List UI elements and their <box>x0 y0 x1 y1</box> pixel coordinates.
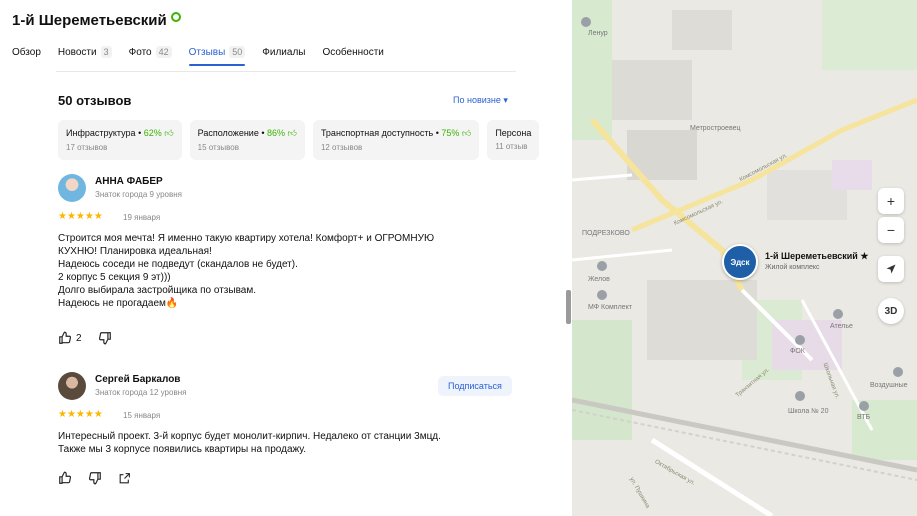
share-button[interactable] <box>118 472 131 485</box>
tab-branches[interactable]: Филиалы <box>262 46 305 65</box>
tab-count: 42 <box>155 46 172 58</box>
aspect-chip-transport[interactable]: Транспортная доступность • 75% 👍︎ 12 отз… <box>312 120 480 160</box>
review-card: АННА ФАБЕР Знаток города 9 уровня ★★★★★ … <box>58 174 518 354</box>
tab-count: 50 <box>229 46 246 58</box>
location-arrow-icon <box>886 264 896 274</box>
zoom-out-button[interactable]: − <box>878 217 904 243</box>
review-actions <box>58 471 131 485</box>
pin-title[interactable]: 1-й Шереметьевский ★ <box>765 251 868 262</box>
poi-icon <box>833 309 843 319</box>
like-count: 2 <box>76 332 82 344</box>
locate-button[interactable] <box>878 256 904 282</box>
poi-icon <box>581 17 591 27</box>
aspect-chip-location[interactable]: Расположение • 86% 👍︎ 15 отзывов <box>189 120 305 160</box>
rating-stars: ★★★★★ <box>58 409 103 420</box>
aspect-percent: 62% <box>143 128 162 138</box>
aspect-count: 11 отзыв <box>495 142 528 151</box>
like-button[interactable]: 2 <box>58 331 82 345</box>
poi-icon <box>893 367 903 377</box>
zoom-in-button[interactable]: + <box>878 188 904 214</box>
panel-resize-handle[interactable] <box>566 290 571 324</box>
map-pin[interactable]: Эдск <box>722 244 758 280</box>
org-title: 1-й Шереметьевский <box>12 12 167 29</box>
tab-label: Особенности <box>322 46 384 58</box>
tab-news[interactable]: Новости 3 <box>58 46 112 65</box>
tab-count: 3 <box>100 46 112 58</box>
sort-dropdown[interactable]: По новизне ▾ <box>453 95 508 106</box>
verified-icon <box>170 11 181 22</box>
poi-icon <box>597 261 607 271</box>
org-tabs: Обзор Новости 3 Фото 42 Отзывы 50 Филиалы О… <box>12 46 384 66</box>
aspect-count: 12 отзывов <box>320 143 363 152</box>
reviews-count-title: 50 отзывов <box>58 93 132 108</box>
review-text: Интересный проект. 3-й корпус будет моно… <box>58 431 441 455</box>
review-author[interactable]: АННА ФАБЕР <box>95 176 163 187</box>
tab-label: Отзывы <box>188 46 226 58</box>
aspect-name: Расположение <box>197 128 259 138</box>
avatar[interactable] <box>58 174 86 202</box>
thumb-up-icon: 👍︎ <box>164 128 174 138</box>
thumb-up-icon: 👍︎ <box>461 128 472 138</box>
aspect-name: Персона <box>495 128 532 138</box>
rating-stars: ★★★★★ <box>58 211 103 222</box>
tab-label: Новости <box>57 46 97 58</box>
tab-reviews[interactable]: Отзывы 50 <box>188 46 246 66</box>
aspect-percent: 75% <box>441 128 460 138</box>
aspect-chip-staff[interactable]: Персона 11 отзыв <box>487 120 540 160</box>
tab-photo[interactable]: Фото 42 <box>129 46 172 65</box>
review-text: Строится моя мечта! Я именно такую кварт… <box>58 233 435 309</box>
poi-icon <box>859 401 869 411</box>
aspect-chips: Инфраструктура • 62% 👍︎ 17 отзывов Распо… <box>58 120 540 160</box>
dislike-button[interactable] <box>88 471 102 485</box>
thumb-down-icon <box>98 332 111 345</box>
review-card: Сергей Баркалов Знаток города 12 уровня … <box>58 372 518 502</box>
subscribe-button[interactable]: Подписаться <box>438 376 512 396</box>
aspect-count: 17 отзывов <box>66 143 108 152</box>
thumb-up-icon <box>59 471 72 484</box>
tab-label: Обзор <box>12 46 41 58</box>
aspect-name: Транспортная доступность <box>320 128 434 138</box>
dislike-button[interactable] <box>98 331 112 345</box>
review-author[interactable]: Сергей Баркалов <box>95 374 180 385</box>
review-date: 15 января <box>123 411 161 420</box>
tab-features[interactable]: Особенности <box>322 46 383 65</box>
thumb-down-icon <box>88 472 101 485</box>
share-icon <box>119 472 130 483</box>
tab-label: Фото <box>128 46 152 58</box>
avatar[interactable] <box>58 372 86 400</box>
pin-logo: Эдск <box>730 257 750 267</box>
author-level: Знаток города 12 уровня <box>95 388 187 397</box>
aspect-name-row: Персона <box>495 128 531 138</box>
review-actions: 2 <box>58 331 112 345</box>
map-view[interactable]: Ленур Метростроевец ПОДРЕЗКОВО Желов МФ … <box>572 0 917 516</box>
aspect-name-row: Расположение • 86% 👍︎ <box>197 128 297 138</box>
poi-icon <box>597 290 607 300</box>
tab-overview[interactable]: Обзор <box>12 46 41 65</box>
aspect-chip-infrastructure[interactable]: Инфраструктура • 62% 👍︎ 17 отзывов <box>58 120 182 160</box>
tab-label: Филиалы <box>262 46 306 58</box>
poi-icon <box>795 335 805 345</box>
poi-icon <box>795 391 805 401</box>
aspect-name: Инфраструктура <box>66 128 136 138</box>
author-level: Знаток города 9 уровня <box>95 190 183 199</box>
org-panel: 1-й Шереметьевский Обзор Новости 3 Фото 42… <box>0 0 572 516</box>
aspect-name-row: Инфраструктура • 62% 👍︎ <box>66 128 174 138</box>
aspect-count: 15 отзывов <box>197 143 239 152</box>
pin-subtitle: Жилой комплекс <box>765 264 820 271</box>
org-header: 1-й Шереметьевский <box>12 11 181 29</box>
tabs-divider <box>56 71 516 72</box>
aspect-percent: 86% <box>267 128 286 138</box>
aspect-name-row: Транспортная доступность • 75% 👍︎ <box>320 128 472 138</box>
3d-button[interactable]: 3D <box>878 298 904 324</box>
like-button[interactable] <box>58 471 72 485</box>
review-date: 19 января <box>123 213 161 222</box>
thumb-up-icon: 👍︎ <box>287 128 297 138</box>
thumb-up-icon <box>59 331 72 344</box>
